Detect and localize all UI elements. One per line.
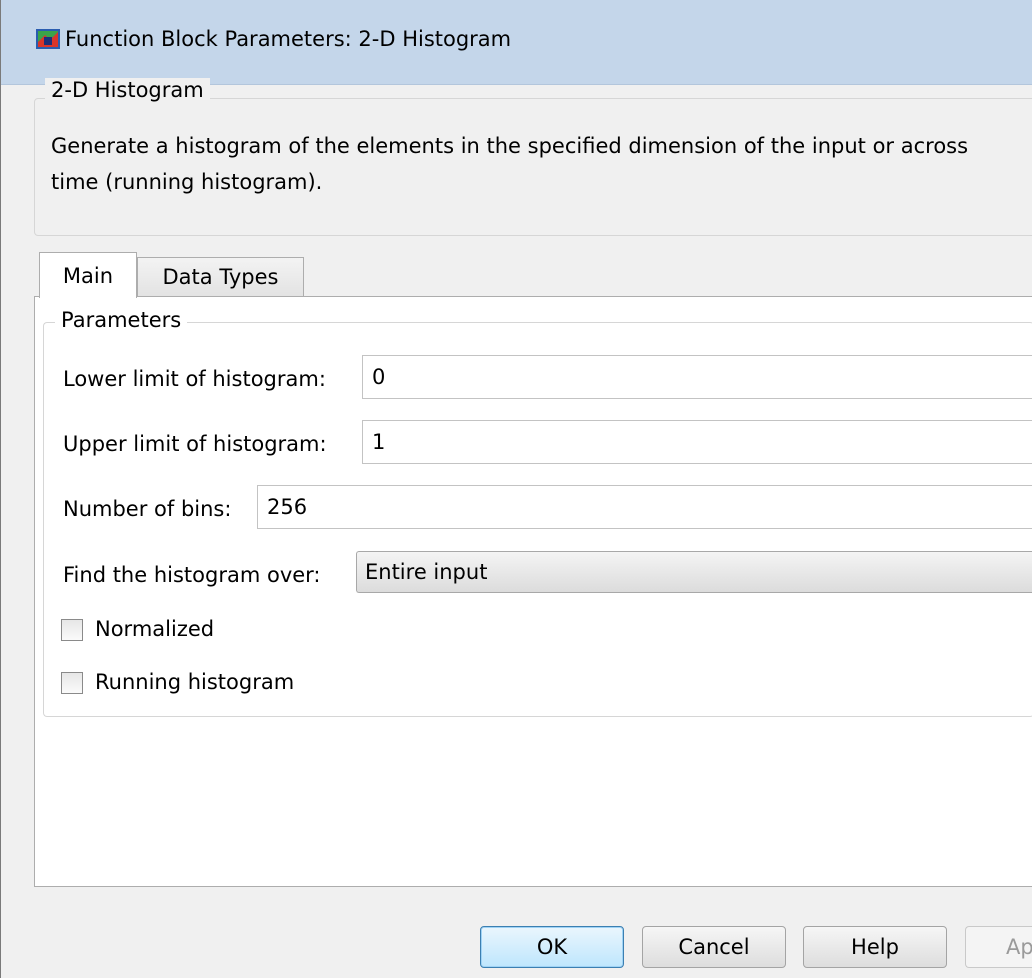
find-over-dropdown[interactable]: Entire input (356, 551, 1032, 593)
dialog-window: Function Block Parameters: 2-D Histogram… (0, 0, 1032, 978)
ok-button[interactable]: OK (480, 926, 624, 968)
block-group-title: 2-D Histogram (45, 78, 210, 102)
description-line-1: Generate a histogram of the elements in … (51, 134, 969, 158)
tab-data-types[interactable]: Data Types (137, 257, 304, 296)
find-over-label: Find the histogram over: (63, 563, 321, 587)
window-title: Function Block Parameters: 2-D Histogram (65, 27, 512, 51)
normalized-label: Normalized (95, 617, 215, 641)
cancel-button[interactable]: Cancel (642, 926, 786, 968)
description-line-2: time (running histogram). (51, 170, 323, 194)
simulink-block-icon (36, 29, 60, 49)
running-histogram-label: Running histogram (95, 670, 295, 694)
parameters-group-title: Parameters (55, 308, 188, 332)
normalized-checkbox[interactable] (61, 619, 83, 641)
upper-limit-input[interactable]: 1 (362, 420, 1032, 464)
lower-limit-label: Lower limit of histogram: (63, 367, 326, 391)
block-description: Generate a histogram of the elements in … (51, 128, 1026, 200)
tab-main[interactable]: Main (39, 252, 137, 298)
num-bins-input[interactable]: 256 (257, 485, 1032, 529)
lower-limit-input[interactable]: 0 (362, 355, 1032, 399)
num-bins-label: Number of bins: (63, 497, 232, 521)
title-bar[interactable]: Function Block Parameters: 2-D Histogram (1, 0, 1032, 85)
running-histogram-checkbox[interactable] (61, 672, 83, 694)
help-button[interactable]: Help (803, 926, 947, 968)
apply-button[interactable]: Ap (965, 926, 1032, 968)
upper-limit-label: Upper limit of histogram: (63, 432, 327, 456)
